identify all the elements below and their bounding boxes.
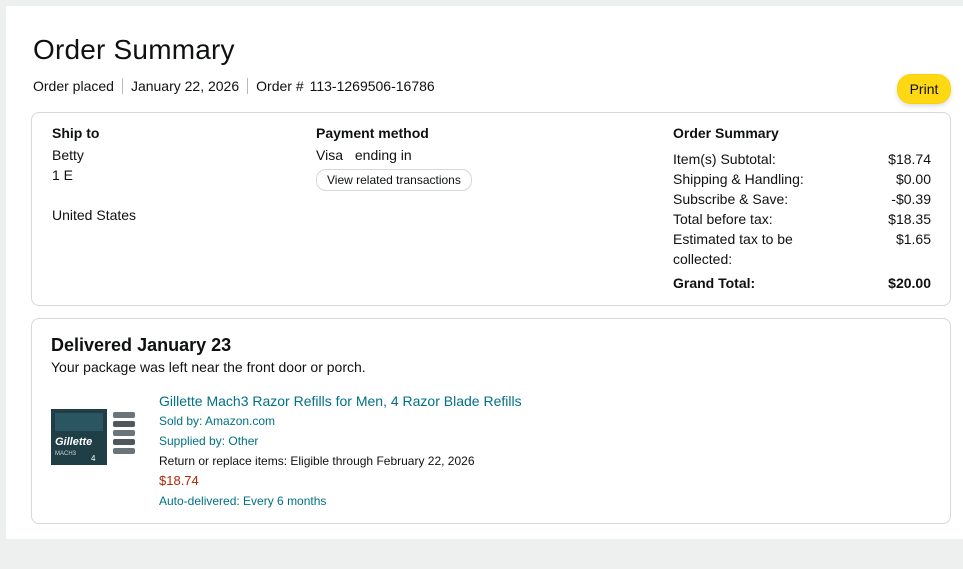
delivery-status-label: Delivered <box>51 335 133 355</box>
svg-text:4: 4 <box>91 454 96 463</box>
product-thumbnail[interactable]: Gillette MACH3 4 <box>51 409 139 465</box>
delivery-note: Your package was left near the front doo… <box>51 359 366 375</box>
order-number: 113-1269506-16786 <box>309 78 435 94</box>
grand-total-label: Grand Total: <box>673 275 756 291</box>
svg-text:Gillette: Gillette <box>55 436 92 448</box>
summary-row: Shipping & Handling: $0.00 <box>673 169 931 189</box>
grand-total-value: $20.00 <box>888 275 931 291</box>
summary-row: Total before tax: $18.35 <box>673 209 931 229</box>
summary-label: Total before tax: <box>673 211 773 227</box>
order-page: Order Summary Order placed January 22, 2… <box>6 6 963 539</box>
payment-method-section: Payment method Visa ending in View relat… <box>316 125 666 191</box>
summary-label: Estimated tax to be collected: <box>673 231 793 267</box>
item-price: $18.74 <box>159 473 199 488</box>
item-name-link[interactable]: Gillette Mach3 Razor Refills for Men, 4 … <box>159 391 679 411</box>
ship-to-heading: Ship to <box>52 125 100 141</box>
view-transactions-button[interactable]: View related transactions <box>316 169 472 191</box>
shipment-card: Delivered January 23 Your package was le… <box>31 318 951 524</box>
order-meta: Order placed January 22, 2026 Order # 11… <box>33 78 435 94</box>
summary-label: Shipping & Handling: <box>673 171 804 187</box>
summary-value: -$0.39 <box>891 191 931 207</box>
recipient-name: Betty <box>52 147 84 163</box>
summary-value: $0.00 <box>895 171 931 187</box>
order-summary-heading: Order Summary <box>673 125 779 141</box>
sold-by-link[interactable]: Sold by: Amazon.com <box>159 411 679 431</box>
print-button[interactable]: Print <box>897 74 951 104</box>
supplied-by-link[interactable]: Supplied by: Other <box>159 431 679 451</box>
meta-divider <box>247 78 249 94</box>
order-placed-label: Order placed <box>33 78 114 94</box>
summary-label: Item(s) Subtotal: <box>673 151 776 167</box>
card-detail: ending in <box>354 147 412 163</box>
page-title: Order Summary <box>33 34 235 65</box>
payment-heading: Payment method <box>316 125 429 141</box>
address-line: 1 E <box>52 167 74 183</box>
razor-refills-image: Gillette MACH3 4 <box>51 409 135 465</box>
product-image-link[interactable] <box>51 391 139 407</box>
order-number-label: Order # <box>256 78 304 94</box>
order-details-card: Ship to Betty 1 E United States Payment … <box>31 112 951 306</box>
return-window-text: Return or replace items: Eligible throug… <box>159 454 475 468</box>
summary-label: Subscribe & Save: <box>673 191 789 207</box>
auto-delivered-link[interactable]: Auto-delivered: Every 6 months <box>159 491 679 511</box>
delivery-status: Delivered January 23 <box>51 335 231 356</box>
summary-value: $18.35 <box>888 211 931 227</box>
summary-row: Item(s) Subtotal: $18.74 <box>673 149 931 169</box>
delivery-date: January 23 <box>137 335 232 355</box>
card-brand: Visa <box>316 147 343 163</box>
svg-text:MACH3: MACH3 <box>55 451 77 457</box>
meta-divider <box>121 78 123 94</box>
order-summary-section: Order Summary Item(s) Subtotal: $18.74 S… <box>673 125 931 293</box>
summary-row: Estimated tax to be collected: $1.65 <box>673 229 931 269</box>
ship-to-section: Ship to Betty 1 E United States <box>52 125 302 225</box>
summary-value: $18.74 <box>888 151 931 167</box>
address-country: United States <box>52 207 137 223</box>
grand-total-row: Grand Total: $20.00 <box>673 273 931 293</box>
order-placed-date: January 22, 2026 <box>130 78 240 94</box>
item-details: Gillette Mach3 Razor Refills for Men, 4 … <box>159 391 679 511</box>
summary-row: Subscribe & Save: -$0.39 <box>673 189 931 209</box>
summary-value: $1.65 <box>895 231 931 247</box>
